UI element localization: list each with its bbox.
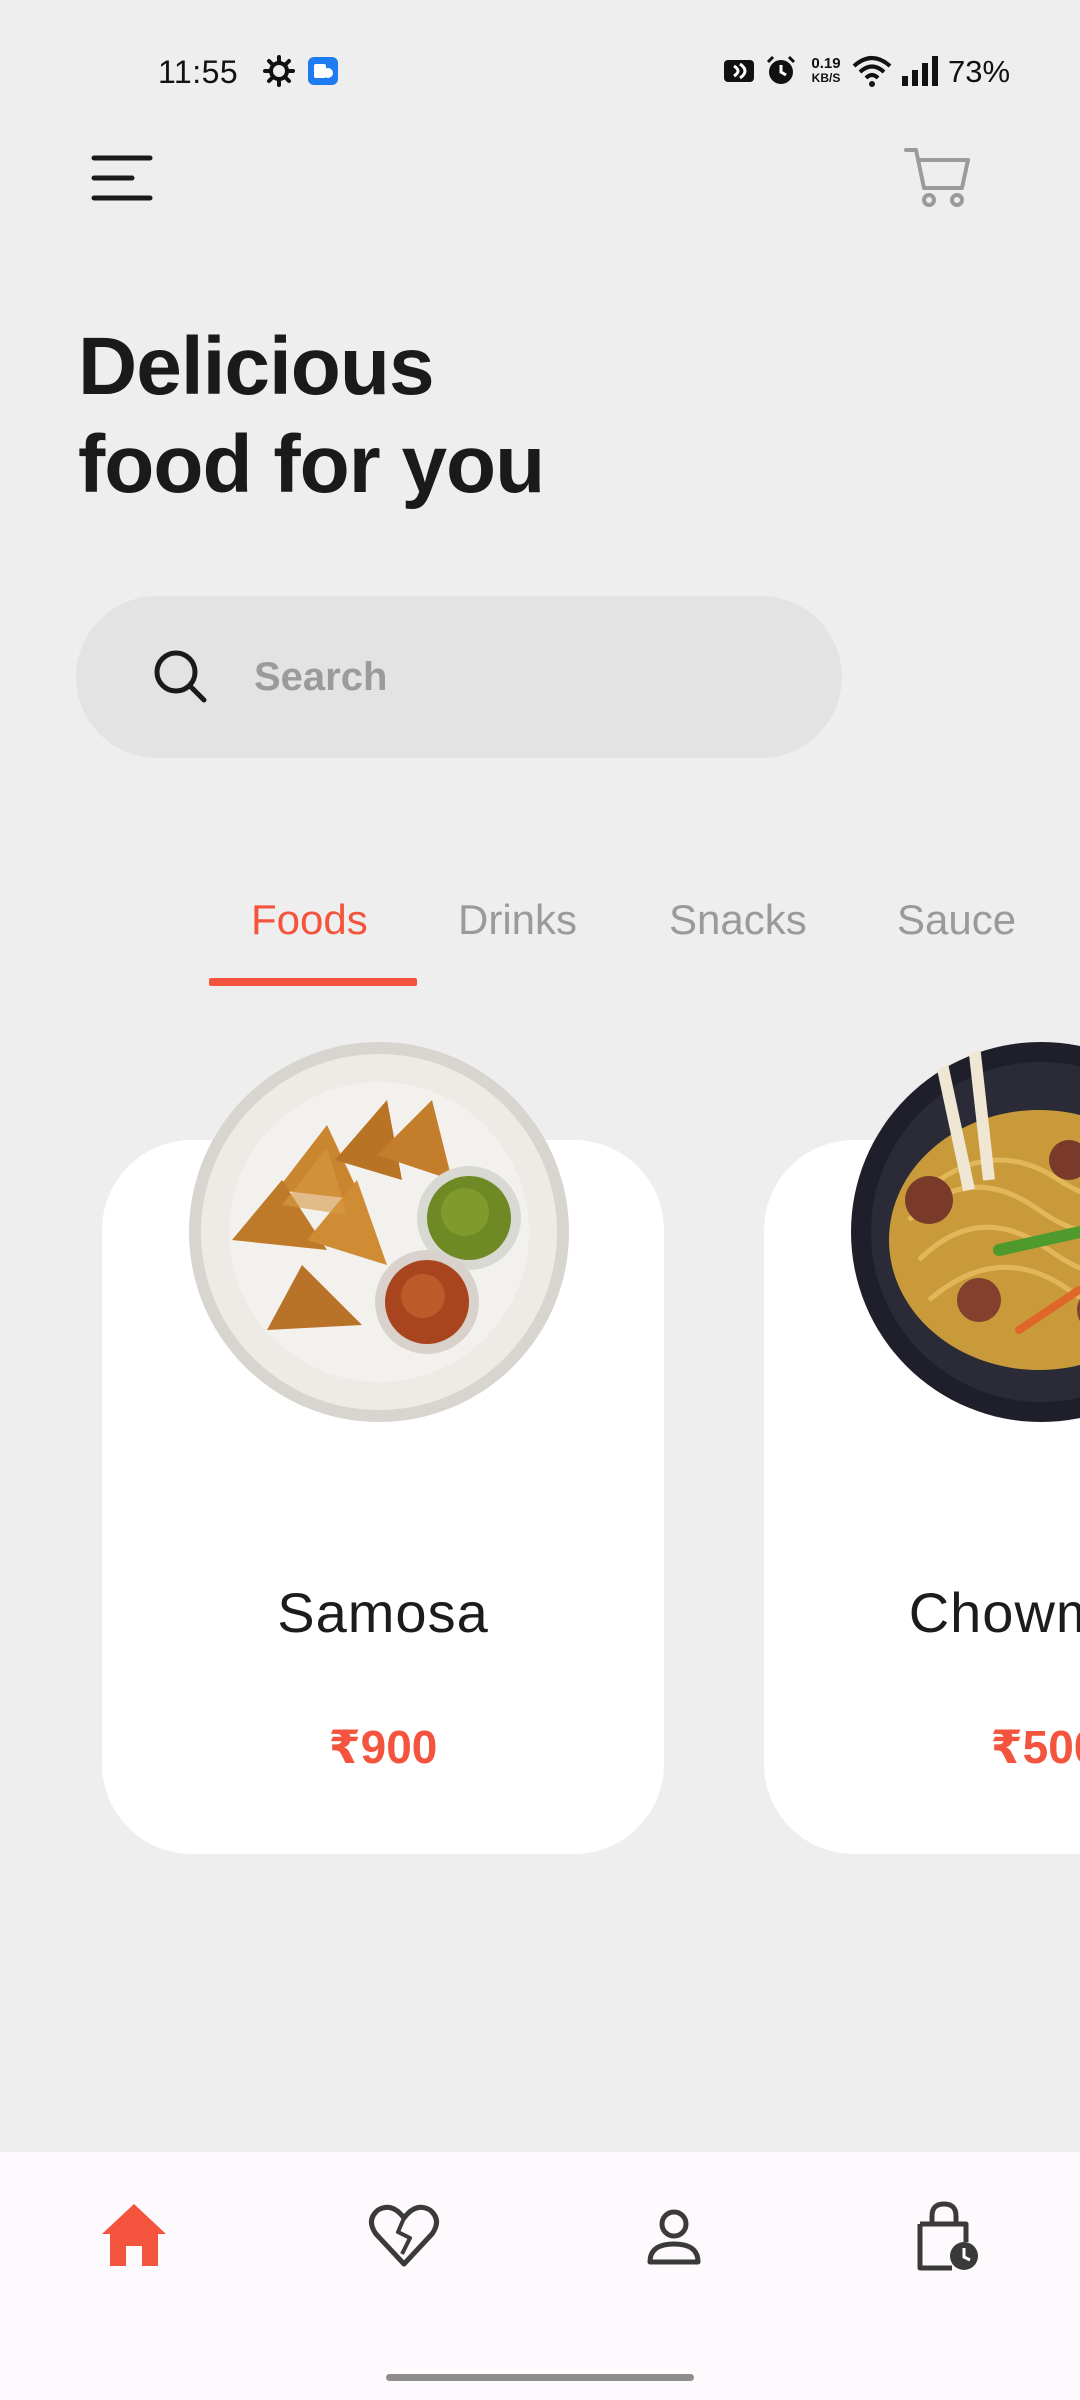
active-tab-indicator [209,978,417,986]
search-icon [154,650,207,703]
food-card-samosa[interactable]: Samosa ₹900 [102,1042,664,1854]
signal-icon [902,56,938,86]
home-indicator[interactable] [386,2374,694,2381]
hamburger-menu-icon [91,155,153,201]
tab-drinks[interactable]: Drinks [458,896,577,944]
home-icon [102,2204,166,2266]
status-bar: 11:55 0.19 KB/S 73% [0,0,1080,140]
page-title: Delicious food for you [78,318,545,514]
network-speed: 0.19 KB/S [811,55,841,85]
search-input[interactable] [254,636,794,718]
alarm-icon [766,55,796,84]
food-price: ₹500 [990,1721,1080,1773]
tab-foods[interactable]: Foods [251,896,368,944]
food-card-clip: Chowmein ₹500 [764,1000,1080,1900]
nav-home[interactable] [94,2196,174,2276]
nav-order-history[interactable] [906,2196,986,2276]
category-tabs: Foods Drinks Snacks Sauce [0,880,1080,990]
menu-button[interactable] [86,148,166,208]
food-price: ₹900 [328,1721,438,1773]
headline-line-2: food for you [78,419,545,510]
settings-gear-icon [263,55,295,87]
headline-line-1: Delicious [78,321,435,412]
profile-icon [647,2209,701,2265]
food-card-chowmein[interactable]: Chowmein ₹500 [764,1042,1080,1854]
shopping-cart-icon [904,148,970,207]
food-name: Samosa [277,1581,489,1644]
tab-sauce[interactable]: Sauce [897,896,1016,944]
chowmein-image [849,1040,1080,1424]
nfc-icon [724,60,754,82]
food-name: Chowmein [908,1581,1080,1644]
tab-snacks[interactable]: Snacks [669,896,807,944]
nav-favorites[interactable] [364,2196,444,2276]
wifi-icon [852,56,892,87]
history-bag-icon [917,2201,978,2271]
samosa-image [187,1040,571,1424]
status-time: 11:55 [158,54,239,90]
app-notification-icon [308,57,338,85]
nav-profile[interactable] [634,2196,714,2276]
heart-icon [369,2204,439,2267]
bottom-navigation [0,2152,1080,2400]
cart-button[interactable] [902,142,974,214]
battery-percentage: 73% [948,54,1011,89]
search-bar[interactable] [76,596,842,758]
